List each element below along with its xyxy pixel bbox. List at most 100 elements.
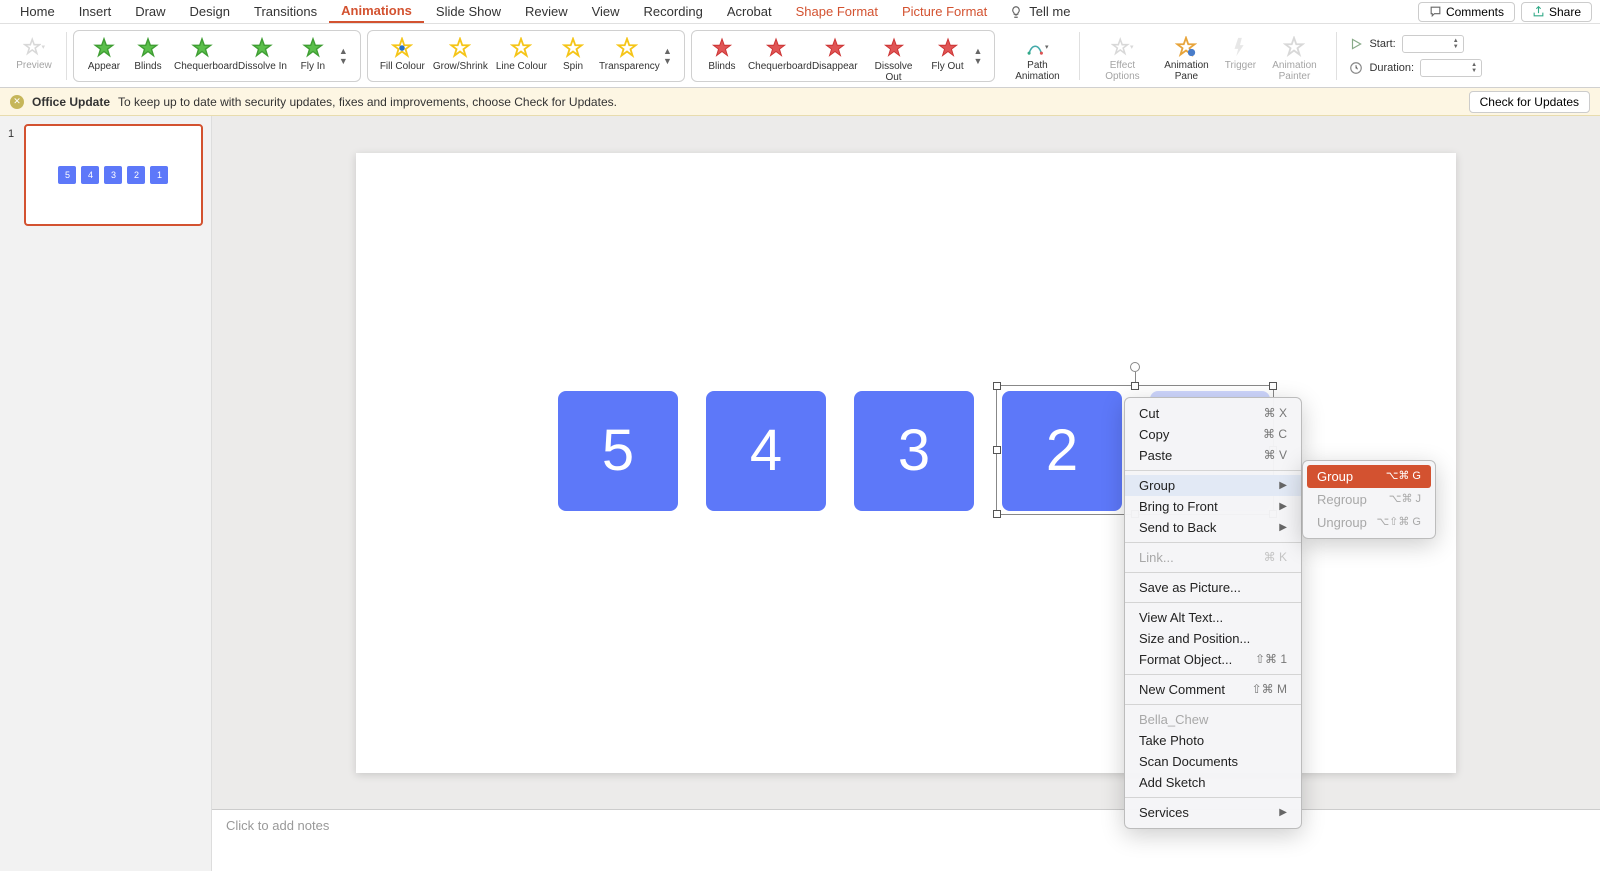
ctx-scan-documents[interactable]: Scan Documents	[1125, 751, 1301, 772]
tab-insert[interactable]: Insert	[67, 1, 124, 22]
star-yellow-icon	[449, 37, 471, 59]
notes-pane[interactable]: Click to add notes	[212, 809, 1600, 871]
ctx-new-comment[interactable]: New Comment⇧⌘ M	[1125, 679, 1301, 700]
slide[interactable]: 5 4 3 2 Cut⌘ X Cop	[356, 153, 1456, 773]
tab-design[interactable]: Design	[178, 1, 242, 22]
ctx-group[interactable]: Group▶	[1125, 475, 1301, 496]
exit-more[interactable]: ▲▼	[970, 35, 987, 77]
star-yellow-icon	[510, 37, 532, 59]
star-red-icon	[937, 37, 959, 59]
tab-animations[interactable]: Animations	[329, 0, 424, 23]
thumb-box: 1	[150, 166, 168, 184]
thumb-box: 2	[127, 166, 145, 184]
entrance-more[interactable]: ▲▼	[335, 35, 352, 77]
effect-chequerboard-out[interactable]: Chequerboard	[744, 35, 808, 74]
duration-input[interactable]: ▲▼	[1420, 59, 1482, 77]
ctx-format-object[interactable]: Format Object...⇧⌘ 1	[1125, 649, 1301, 670]
effect-blinds-out[interactable]: Blinds	[700, 35, 744, 74]
effect-spin[interactable]: Spin	[551, 35, 595, 74]
ctx-add-sketch[interactable]: Add Sketch	[1125, 772, 1301, 793]
effect-options-button[interactable]: ▾Effect Options	[1090, 34, 1154, 84]
ctx-view-alt-text[interactable]: View Alt Text...	[1125, 607, 1301, 628]
menu-tabs: Home Insert Draw Design Transitions Anim…	[0, 0, 1600, 24]
submenu-ungroup: Ungroup⌥⇧⌘ G	[1307, 511, 1431, 534]
ctx-services[interactable]: Services▶	[1125, 802, 1301, 823]
effect-blinds[interactable]: Blinds	[126, 35, 170, 74]
tab-recording[interactable]: Recording	[632, 1, 715, 22]
shape-box-4[interactable]: 4	[706, 391, 826, 511]
animation-pane-button[interactable]: Animation Pane	[1154, 34, 1218, 84]
star-yellow-icon	[616, 37, 638, 59]
start-input[interactable]: ▲▼	[1402, 35, 1464, 53]
tab-transitions[interactable]: Transitions	[242, 1, 329, 22]
effect-appear[interactable]: Appear	[82, 35, 126, 74]
effect-grow-shrink[interactable]: Grow/Shrink	[429, 35, 492, 74]
resize-handle[interactable]	[1131, 382, 1139, 390]
effect-fill-colour[interactable]: Fill Colour	[376, 35, 429, 74]
update-notification: ✕ Office Update To keep up to date with …	[0, 88, 1600, 116]
effect-line-colour[interactable]: Line Colour	[492, 35, 551, 74]
star-green-icon	[137, 37, 159, 59]
comments-button[interactable]: Comments	[1418, 2, 1515, 22]
resize-handle[interactable]	[993, 510, 1001, 518]
shape-box-3[interactable]: 3	[854, 391, 974, 511]
tab-review[interactable]: Review	[513, 1, 580, 22]
path-animation-button[interactable]: ▾ Path Animation	[1005, 34, 1069, 84]
ctx-bring-to-front[interactable]: Bring to Front▶	[1125, 496, 1301, 517]
effect-fly-out[interactable]: Fly Out	[926, 35, 970, 74]
effect-dissolve-in[interactable]: Dissolve In	[234, 35, 291, 74]
tab-home[interactable]: Home	[8, 1, 67, 22]
effect-transparency[interactable]: Transparency	[595, 35, 659, 74]
check-updates-button[interactable]: Check for Updates	[1469, 91, 1590, 113]
ribbon: ▾ Preview Appear Blinds Chequerboard Dis…	[0, 24, 1600, 88]
tab-draw[interactable]: Draw	[123, 1, 177, 22]
star-green-icon	[93, 37, 115, 59]
ctx-save-as-picture[interactable]: Save as Picture...	[1125, 577, 1301, 598]
share-button[interactable]: Share	[1521, 2, 1592, 22]
star-grey-icon	[1111, 36, 1129, 58]
exit-effects-group: Blinds Chequerboard Disappear Dissolve O…	[691, 30, 996, 82]
ctx-paste[interactable]: Paste⌘ V	[1125, 445, 1301, 466]
shape-box-5[interactable]: 5	[558, 391, 678, 511]
effect-dissolve-out[interactable]: Dissolve Out	[862, 35, 926, 85]
lightbulb-icon	[1009, 5, 1023, 19]
tab-picture-format[interactable]: Picture Format	[890, 1, 999, 22]
tab-slideshow[interactable]: Slide Show	[424, 1, 513, 22]
tab-acrobat[interactable]: Acrobat	[715, 1, 784, 22]
trigger-icon	[1229, 36, 1251, 58]
effect-fly-in[interactable]: Fly In	[291, 35, 335, 74]
submenu-group[interactable]: Group⌥⌘ G	[1307, 465, 1431, 488]
slide-thumbnail-1[interactable]: 5 4 3 2 1	[24, 124, 203, 226]
effect-disappear[interactable]: Disappear	[808, 35, 862, 74]
comment-icon	[1429, 5, 1442, 18]
ctx-cut[interactable]: Cut⌘ X	[1125, 403, 1301, 424]
preview-button[interactable]: ▾ Preview	[12, 34, 56, 73]
ctx-send-to-back[interactable]: Send to Back▶	[1125, 517, 1301, 538]
close-icon[interactable]: ✕	[10, 95, 24, 109]
trigger-button[interactable]: Trigger	[1218, 34, 1262, 73]
notif-message: To keep up to date with security updates…	[118, 95, 617, 109]
emphasis-more[interactable]: ▲▼	[659, 35, 676, 77]
pane-icon	[1175, 36, 1197, 58]
thumb-box: 3	[104, 166, 122, 184]
ctx-copy[interactable]: Copy⌘ C	[1125, 424, 1301, 445]
rotate-handle[interactable]	[1130, 362, 1140, 372]
slide-canvas-area[interactable]: 5 4 3 2 Cut⌘ X Cop	[212, 116, 1600, 809]
ctx-link: Link...⌘ K	[1125, 547, 1301, 568]
resize-handle[interactable]	[1269, 382, 1277, 390]
star-yellow-icon	[562, 37, 584, 59]
ctx-size-and-position[interactable]: Size and Position...	[1125, 628, 1301, 649]
resize-handle[interactable]	[993, 446, 1001, 454]
tab-shape-format[interactable]: Shape Format	[784, 1, 890, 22]
duration-label: Duration:	[1369, 62, 1414, 74]
slide-thumbnails-panel: 1 5 4 3 2 1	[0, 116, 212, 809]
animation-painter-button[interactable]: Animation Painter	[1262, 34, 1326, 84]
effect-chequerboard[interactable]: Chequerboard	[170, 35, 234, 74]
star-red-icon	[824, 37, 846, 59]
painter-icon	[1283, 36, 1305, 58]
tab-view[interactable]: View	[580, 1, 632, 22]
resize-handle[interactable]	[993, 382, 1001, 390]
thumbnail-number: 1	[8, 124, 18, 226]
ctx-take-photo[interactable]: Take Photo	[1125, 730, 1301, 751]
tell-me[interactable]: Tell me	[999, 4, 1070, 19]
